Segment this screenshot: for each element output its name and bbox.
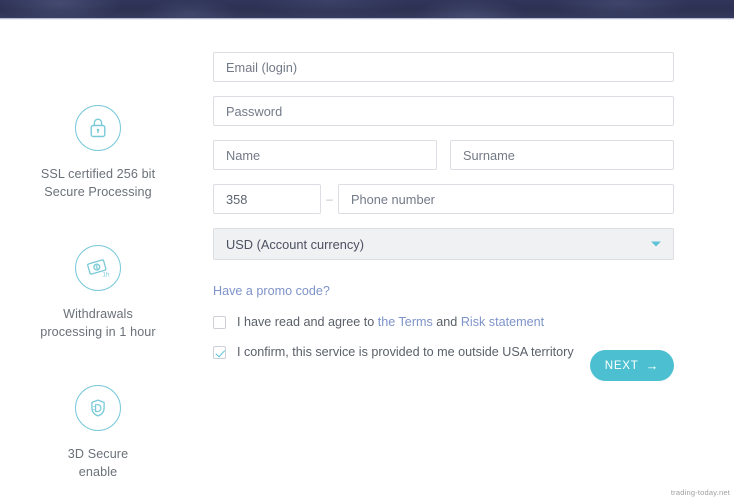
terms-label: I have read and agree to the Terms and R… bbox=[237, 314, 544, 330]
currency-select[interactable]: USD (Account currency) bbox=[213, 228, 674, 260]
hero-banner-edge bbox=[0, 18, 734, 20]
svg-text:1h: 1h bbox=[102, 271, 110, 278]
terms-link[interactable]: the Terms bbox=[378, 315, 433, 329]
arrow-right-icon: → bbox=[645, 358, 660, 373]
terms-middle: and bbox=[432, 315, 461, 329]
phone-separator: – bbox=[326, 192, 333, 206]
feature-ssl-line2: Secure Processing bbox=[44, 185, 152, 199]
phone-number-input[interactable] bbox=[338, 184, 674, 214]
surname-input[interactable] bbox=[450, 140, 674, 170]
name-input[interactable] bbox=[213, 140, 437, 170]
currency-select-wrap: USD (Account currency) bbox=[213, 228, 674, 260]
3d-secure-shield-icon bbox=[75, 385, 121, 431]
hero-banner-image bbox=[0, 0, 734, 18]
email-row bbox=[213, 52, 674, 82]
banknote-1h-icon: 1h bbox=[75, 245, 121, 291]
usa-territory-label: I confirm, this service is provided to m… bbox=[237, 345, 574, 359]
terms-checkbox[interactable] bbox=[213, 315, 226, 329]
feature-ssl: SSL certified 256 bit Secure Processing bbox=[8, 105, 188, 201]
currency-selected-value: USD (Account currency) bbox=[226, 236, 364, 252]
site-watermark: trading-today.net bbox=[670, 488, 730, 497]
terms-prefix: I have read and agree to bbox=[237, 315, 378, 329]
lock-icon bbox=[75, 105, 121, 151]
phone-row: – bbox=[213, 184, 674, 214]
feature-3d-secure-line2: enable bbox=[78, 465, 118, 479]
password-row bbox=[213, 96, 674, 126]
password-input[interactable] bbox=[213, 96, 674, 126]
next-button-label: NEXT bbox=[604, 359, 639, 372]
country-code-input[interactable] bbox=[213, 184, 321, 214]
feature-withdrawals-line1: Withdrawals bbox=[63, 307, 133, 321]
registration-form: – USD (Account currency) Have a promo co… bbox=[213, 52, 674, 381]
feature-list: SSL certified 256 bit Secure Processing … bbox=[8, 105, 188, 481]
feature-withdrawals: 1h Withdrawals processing in 1 hour bbox=[8, 245, 188, 341]
name-row bbox=[213, 140, 674, 170]
chevron-down-icon[interactable] bbox=[651, 241, 661, 247]
terms-row: I have read and agree to the Terms and R… bbox=[213, 314, 674, 330]
feature-withdrawals-line2: processing in 1 hour bbox=[40, 325, 156, 339]
usa-territory-checkbox[interactable] bbox=[213, 345, 226, 359]
feature-3d-secure: 3D Secure enable bbox=[8, 385, 188, 481]
promo-code-link[interactable]: Have a promo code? bbox=[213, 284, 330, 298]
email-input[interactable] bbox=[213, 52, 674, 82]
feature-ssl-line1: SSL certified 256 bit bbox=[40, 167, 156, 181]
next-button[interactable]: NEXT → bbox=[590, 350, 674, 381]
risk-statement-link[interactable]: Risk statement bbox=[461, 315, 544, 329]
feature-3d-secure-line1: 3D Secure bbox=[67, 447, 129, 461]
